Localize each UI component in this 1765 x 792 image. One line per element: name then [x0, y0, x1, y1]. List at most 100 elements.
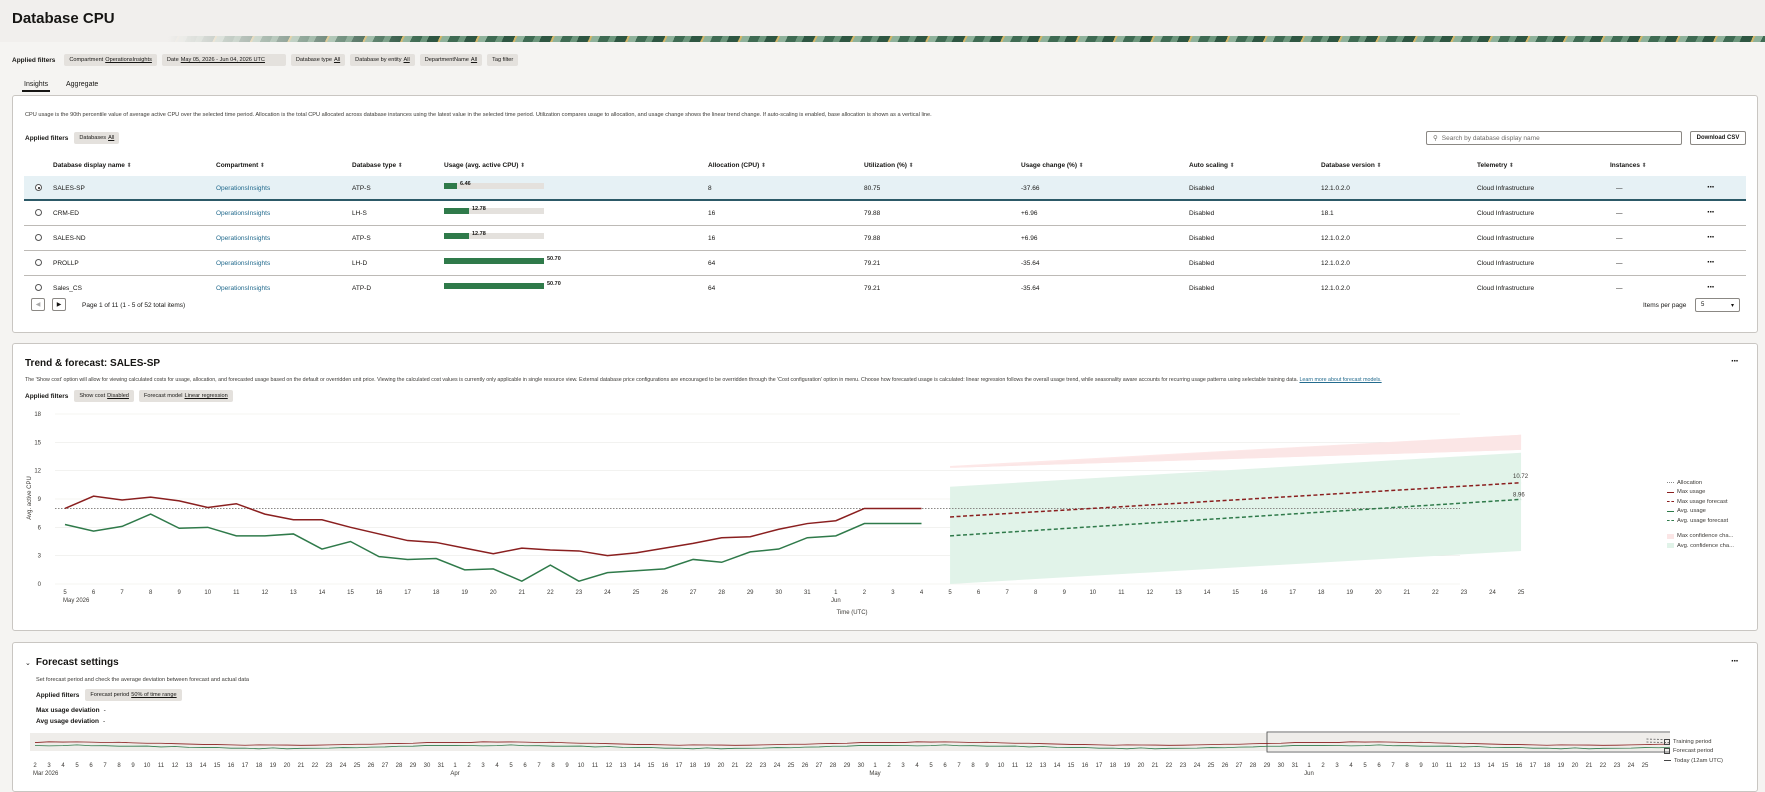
row-radio[interactable] — [35, 184, 42, 191]
forecast-settings-header[interactable]: ⌄ Forecast settings — [25, 657, 119, 668]
timeline-tick-label: 17 — [676, 763, 683, 769]
table-row[interactable]: SALES-ND OperationsInsights ATP-S 12.78 … — [24, 226, 1746, 251]
legend-max-usage-forecast: Max usage forecast — [1667, 497, 1734, 507]
timeline-tick-label: 13 — [186, 763, 193, 769]
filter-chip-database-type[interactable]: Database type All — [290, 54, 346, 66]
timeline-tick-label: 26 — [802, 763, 809, 769]
cell-allocation: 16 — [708, 210, 716, 217]
tab-insights[interactable]: Insights — [21, 81, 51, 92]
table-row[interactable]: Sales_CS OperationsInsights ATP-D 50.70 … — [24, 276, 1746, 301]
cell-utilization: 80.75 — [864, 185, 881, 192]
cell-compartment-link[interactable]: OperationsInsights — [216, 185, 270, 192]
row-actions-icon[interactable]: ··· — [1707, 207, 1715, 218]
cell-usage-change: -35.64 — [1021, 285, 1040, 292]
row-radio[interactable] — [35, 234, 42, 241]
table-row[interactable]: PROLLP OperationsInsights LH-D 50.70 64 … — [24, 251, 1746, 276]
column-header-instances[interactable]: Instances — [1610, 162, 1647, 169]
timeline-tick-label: 16 — [662, 763, 669, 769]
learn-more-link[interactable]: Learn more about forecast models. — [1299, 377, 1381, 383]
forecast-menu-icon[interactable]: ··· — [1731, 656, 1739, 667]
cell-usage-change: -35.64 — [1021, 260, 1040, 267]
chevron-down-icon[interactable]: ⌄ — [25, 659, 31, 667]
x-tick-label: 12 — [262, 590, 269, 596]
row-radio[interactable] — [35, 284, 42, 291]
tab-aggregate[interactable]: Aggregate — [66, 81, 98, 88]
column-header-auto-scaling[interactable]: Auto scaling — [1189, 162, 1235, 169]
timeline-tick-label: 1 — [1307, 763, 1311, 769]
column-header-telemetry[interactable]: Telemetry — [1477, 162, 1514, 169]
column-header-usage[interactable]: Usage (avg. active CPU) — [444, 162, 525, 169]
timeline-tick-label: 16 — [1516, 763, 1523, 769]
table-row[interactable]: SALES-SP OperationsInsights ATP-S 6.46 8… — [24, 176, 1746, 201]
timeline-tick-label: 24 — [1194, 763, 1201, 769]
y-tick-label: 0 — [38, 582, 42, 588]
row-actions-icon[interactable]: ··· — [1707, 282, 1715, 293]
x-tick-label: 17 — [1289, 590, 1296, 596]
filter-chip-department[interactable]: DepartmentName All — [419, 54, 483, 66]
cell-version: 12.1.0.2.0 — [1321, 185, 1350, 192]
timeline-tick-label: 9 — [985, 763, 989, 769]
trend-chart: 0369121518Avg. active CPU 10.728.965 6 7 8 9 1… — [27, 412, 1529, 616]
timeline-tick-label: 29 — [844, 763, 851, 769]
column-header-utilization[interactable]: Utilization (%) — [864, 162, 914, 169]
filter-chip-database-by-entity[interactable]: Database by entity All — [350, 54, 415, 66]
pagination-text: Page 1 of 11 (1 - 5 of 52 total items) — [82, 302, 186, 309]
x-tick-label: 24 — [1489, 590, 1496, 596]
timeline-tick-label: 7 — [1391, 763, 1395, 769]
column-header-name[interactable]: Database display name — [53, 162, 132, 169]
timeline-month-label: Apr — [450, 771, 459, 777]
trend-menu-icon[interactable]: ··· — [1731, 356, 1739, 367]
timeline-tick-label: 6 — [523, 763, 527, 769]
row-radio[interactable] — [35, 209, 42, 216]
filter-chip-forecast-model[interactable]: Forecast model Linear regression — [138, 390, 233, 402]
timeline-tick-label: 29 — [1264, 763, 1271, 769]
filter-chip-forecast-period[interactable]: Forecast period 50% of time range — [85, 689, 182, 701]
next-page-button[interactable]: ▶ — [52, 298, 66, 311]
timeline-tick-label: 11 — [1446, 763, 1453, 769]
column-header-compartment[interactable]: Compartment — [216, 162, 265, 169]
cell-compartment-link[interactable]: OperationsInsights — [216, 210, 270, 217]
row-radio[interactable] — [35, 259, 42, 266]
cell-name: SALES-ND — [53, 235, 86, 242]
forecast-timeline[interactable]: 2 3 4 5 6 7 8 9 10 11 12 13 14 15 16 17 18 19 20 21 22 23 24 25… — [30, 730, 1670, 783]
filter-chip-date[interactable]: Date May 05, 2026 - Jun 04, 2026 UTC — [161, 54, 286, 66]
timeline-tick-label: 18 — [256, 763, 263, 769]
table-row[interactable]: CRM-ED OperationsInsights LH-S 12.78 16 … — [24, 201, 1746, 226]
legend-avg-usage: Avg. usage — [1667, 507, 1734, 517]
trend-title: Trend & forecast: SALES-SP — [25, 358, 161, 369]
timeline-tick-label: 29 — [410, 763, 417, 769]
timeline-tick-label: 19 — [270, 763, 277, 769]
timeline-tick-label: 1 — [453, 763, 457, 769]
timeline-tick-label: 24 — [774, 763, 781, 769]
timeline-tick-label: 23 — [1614, 763, 1621, 769]
row-actions-icon[interactable]: ··· — [1707, 182, 1715, 193]
timeline-tick-label: 13 — [1040, 763, 1047, 769]
x-tick-label: 5 — [63, 590, 67, 596]
cell-compartment-link[interactable]: OperationsInsights — [216, 285, 270, 292]
column-header-usage-change[interactable]: Usage change (%) — [1021, 162, 1084, 169]
search-input[interactable]: ⚲ Search by database display name — [1426, 131, 1682, 145]
timeline-tick-label: 26 — [368, 763, 375, 769]
column-header-database-type[interactable]: Database type — [352, 162, 403, 169]
prev-page-button[interactable]: ◀ — [31, 298, 45, 311]
row-actions-icon[interactable]: ··· — [1707, 257, 1715, 268]
timeline-tick-label: 13 — [1474, 763, 1481, 769]
x-tick-label: 18 — [433, 590, 440, 596]
row-actions-icon[interactable]: ··· — [1707, 232, 1715, 243]
cell-telemetry: Cloud Infrastructure — [1477, 235, 1535, 242]
column-header-database-version[interactable]: Database version — [1321, 162, 1382, 169]
download-csv-button[interactable]: Download CSV — [1690, 131, 1746, 145]
filter-chip-compartment[interactable]: Compartment OperationsInsights — [64, 54, 157, 66]
insights-filters-label: Applied filters — [25, 134, 69, 142]
timeline-tick-label: 28 — [830, 763, 837, 769]
timeline-legend: Training period Forecast period Today (1… — [1664, 737, 1723, 766]
cell-compartment-link[interactable]: OperationsInsights — [216, 235, 270, 242]
filter-chip-databases[interactable]: Databases All — [74, 132, 120, 144]
timeline-tick-label: 6 — [943, 763, 947, 769]
filter-chip-show-cost[interactable]: Show cost Disabled — [74, 390, 134, 402]
column-header-allocation[interactable]: Allocation (CPU) — [708, 162, 766, 169]
filter-chip-tag[interactable]: Tag filter — [487, 54, 519, 66]
usage-bar — [444, 258, 544, 264]
items-per-page-select[interactable]: 5 ▾ — [1695, 298, 1740, 312]
cell-compartment-link[interactable]: OperationsInsights — [216, 260, 270, 267]
